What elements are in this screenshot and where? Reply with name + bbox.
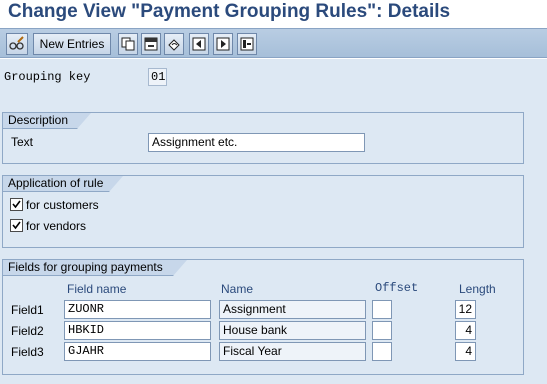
offset-input[interactable]	[372, 342, 392, 361]
next-entry-button[interactable]	[213, 33, 233, 55]
field-description: Assignment	[219, 300, 366, 319]
offset-input[interactable]	[372, 321, 392, 340]
checkmark-icon	[12, 221, 21, 230]
application-group: Application of rule for customers for ve…	[2, 175, 524, 248]
for-vendors-label: for vendors	[26, 219, 87, 233]
offset-input[interactable]	[372, 300, 392, 319]
length-input[interactable]: 4	[455, 342, 476, 361]
undo-button[interactable]	[164, 33, 184, 55]
undo-icon	[168, 39, 180, 51]
for-customers-checkbox[interactable]	[10, 198, 23, 211]
field-description: Fiscal Year	[219, 342, 366, 361]
title-bar: Change View "Payment Grouping Rules": De…	[0, 0, 547, 28]
description-group: Description Text Assignment etc.	[2, 112, 524, 164]
checkmark-icon	[12, 200, 21, 209]
column-field-name: Field name	[67, 282, 127, 296]
new-entries-label: New Entries	[39, 37, 105, 51]
row-label-field3: Field3	[11, 345, 44, 359]
application-heading: Application of rule	[3, 176, 123, 192]
text-label: Text	[11, 135, 34, 149]
description-heading: Description	[3, 113, 91, 129]
fields-group: Fields for grouping payments Field name …	[2, 259, 524, 375]
copy-button[interactable]	[118, 33, 138, 55]
field-description: House bank	[219, 321, 366, 340]
for-vendors-checkbox[interactable]	[10, 219, 23, 232]
copy-icon	[121, 37, 135, 51]
application-toolbar: New Entries	[0, 28, 547, 58]
length-input[interactable]: 12	[455, 300, 476, 319]
for-customers-label: for customers	[26, 198, 99, 212]
previous-entry-icon	[192, 37, 206, 51]
field-name-input[interactable]: GJAHR	[64, 342, 211, 361]
column-length: Length	[459, 282, 496, 296]
row-label-field1: Field1	[11, 303, 44, 317]
text-input[interactable]: Assignment etc.	[148, 133, 365, 152]
select-block-button[interactable]	[237, 33, 257, 55]
next-entry-icon	[216, 37, 230, 51]
glasses-pencil-icon	[9, 36, 24, 50]
new-entries-button[interactable]: New Entries	[33, 33, 111, 55]
display-change-button[interactable]	[6, 33, 28, 55]
previous-entry-button[interactable]	[189, 33, 209, 55]
delete-button[interactable]	[141, 33, 161, 55]
grouping-key-value: 01	[148, 68, 167, 86]
field-name-input[interactable]: HBKID	[64, 321, 211, 340]
column-offset: Offset	[375, 281, 419, 295]
field-name-input[interactable]: ZUONR	[64, 300, 211, 319]
delete-icon	[144, 37, 158, 51]
column-name: Name	[221, 282, 254, 296]
length-input[interactable]: 4	[455, 321, 476, 340]
grouping-key-label: Grouping key	[4, 70, 91, 84]
fields-heading: Fields for grouping payments	[3, 260, 187, 276]
select-block-icon	[240, 37, 254, 51]
page-title: Change View "Payment Grouping Rules": De…	[8, 1, 451, 22]
detail-area: Grouping key 01 Description Text Assignm…	[0, 59, 547, 384]
row-label-field2: Field2	[11, 324, 44, 338]
